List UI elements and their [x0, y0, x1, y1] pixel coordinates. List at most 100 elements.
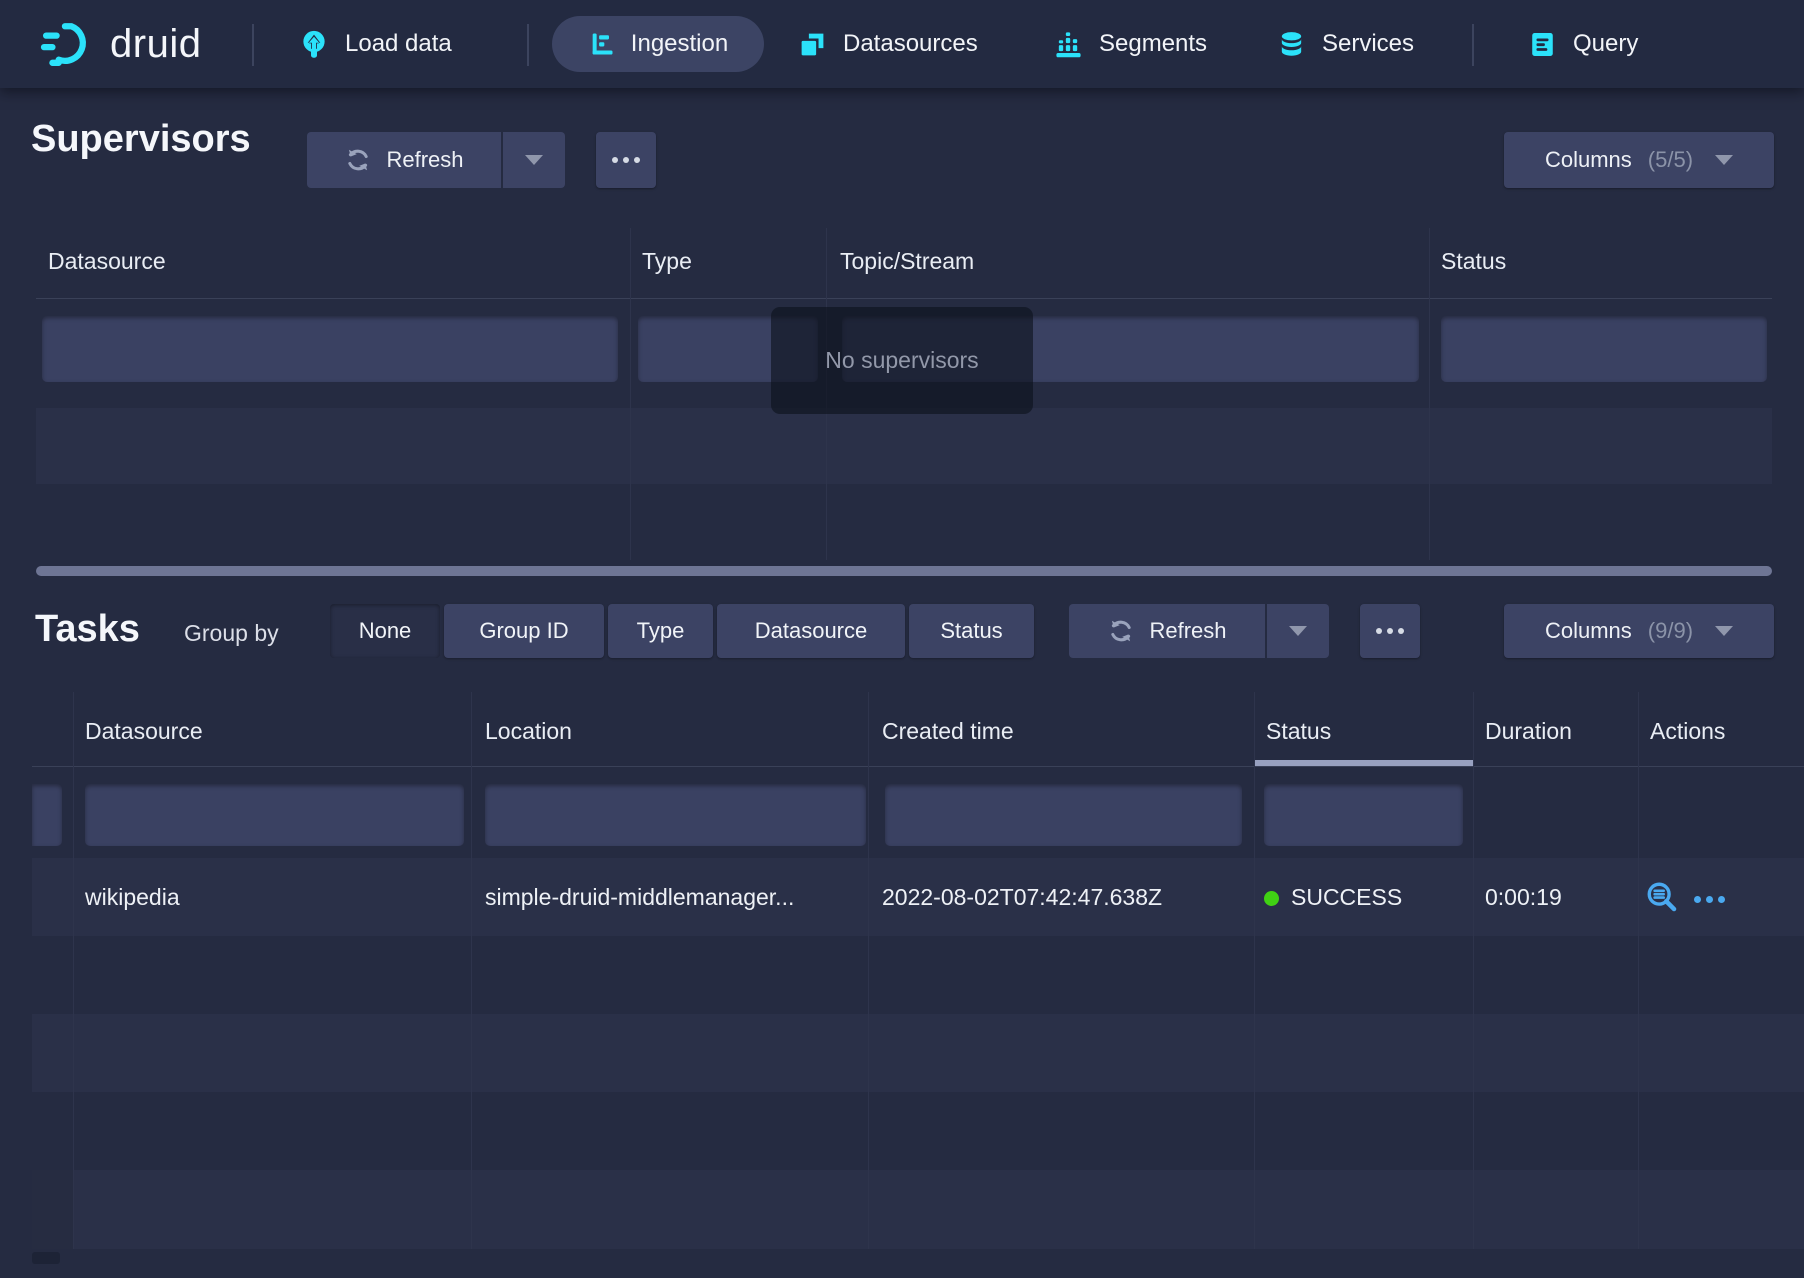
refresh-label: Refresh	[1149, 618, 1226, 644]
row-edge-cell	[32, 1170, 73, 1249]
druid-logo-icon	[34, 21, 98, 67]
header-border	[36, 298, 1772, 299]
ingestion-chart-icon	[588, 30, 616, 58]
magnifier-details-icon	[1645, 880, 1679, 914]
supervisors-more-button[interactable]	[596, 132, 656, 188]
segments-icon	[1054, 30, 1083, 59]
columns-label: Columns	[1545, 147, 1632, 173]
supervisors-title: Supervisors	[31, 118, 251, 161]
filter-input-datasource[interactable]	[85, 784, 464, 846]
columns-label: Columns	[1545, 618, 1632, 644]
column-header-topic-stream[interactable]: Topic/Stream	[840, 248, 974, 275]
refresh-button[interactable]: Refresh	[1069, 604, 1267, 658]
filter-input-created-time[interactable]	[885, 784, 1242, 846]
column-header-status[interactable]: Status	[1266, 718, 1331, 745]
nav-item-label: Services	[1322, 30, 1414, 58]
column-divider	[471, 692, 472, 1249]
cell-duration: 0:00:19	[1485, 884, 1562, 911]
filter-input-datasource[interactable]	[42, 316, 618, 382]
filter-input-status[interactable]	[1264, 784, 1463, 846]
query-document-icon	[1528, 30, 1557, 59]
nav-item-ingestion[interactable]: Ingestion	[552, 16, 764, 72]
column-divider	[1473, 692, 1474, 1249]
column-header-type[interactable]: Type	[642, 248, 692, 275]
group-by-group-id-button[interactable]: Group ID	[444, 604, 604, 658]
nav-item-segments[interactable]: Segments	[1054, 0, 1207, 88]
status-text: SUCCESS	[1291, 884, 1402, 910]
nav-divider	[252, 24, 254, 66]
header-border	[32, 766, 1804, 767]
empty-row	[32, 1170, 1804, 1249]
column-header-status[interactable]: Status	[1441, 248, 1506, 275]
tasks-more-button[interactable]	[1360, 604, 1420, 658]
cell-datasource: wikipedia	[85, 884, 180, 911]
task-actions-menu-button[interactable]	[1694, 896, 1725, 903]
column-divider	[630, 228, 631, 560]
filter-input-location[interactable]	[485, 784, 866, 846]
task-detail-button[interactable]	[1645, 880, 1679, 919]
column-divider	[1254, 692, 1255, 1249]
column-header-created-time[interactable]: Created time	[882, 718, 1014, 745]
tasks-horizontal-scrollbar[interactable]	[32, 1252, 60, 1264]
column-divider	[868, 692, 869, 1249]
supervisors-horizontal-scrollbar[interactable]	[36, 566, 1772, 576]
columns-count: (5/5)	[1648, 147, 1693, 173]
tasks-columns-button[interactable]: Columns (9/9)	[1504, 604, 1774, 658]
column-header-location[interactable]: Location	[485, 718, 572, 745]
nav-item-label: Ingestion	[631, 30, 728, 58]
nav-item-load-data[interactable]: Load data	[299, 0, 452, 88]
refresh-icon	[344, 146, 372, 174]
cell-status: SUCCESS	[1264, 884, 1402, 911]
success-status-dot	[1264, 891, 1279, 906]
nav-divider	[527, 24, 529, 66]
tasks-title: Tasks	[35, 608, 140, 651]
nav-divider	[1472, 24, 1474, 66]
refresh-dropdown-button[interactable]	[503, 132, 565, 188]
more-dots-icon	[1376, 628, 1404, 634]
chevron-down-icon	[1289, 626, 1307, 636]
group-by-label: Group by	[184, 620, 279, 647]
brand-name: druid	[110, 22, 201, 67]
group-by-none-button[interactable]: None	[330, 604, 440, 658]
more-dots-icon	[612, 157, 640, 163]
nav-item-services[interactable]: Services	[1277, 0, 1414, 88]
nav-item-label: Segments	[1099, 30, 1207, 58]
refresh-dropdown-button[interactable]	[1267, 604, 1329, 658]
chevron-down-icon	[1715, 155, 1733, 165]
tasks-refresh-split-button: Refresh	[1069, 604, 1329, 658]
group-by-datasource-button[interactable]: Datasource	[717, 604, 905, 658]
columns-count: (9/9)	[1648, 618, 1693, 644]
nav-item-label: Datasources	[843, 30, 978, 58]
group-by-type-button[interactable]: Type	[608, 604, 713, 658]
supervisors-columns-button[interactable]: Columns (5/5)	[1504, 132, 1774, 188]
top-nav-bar: druid Load data Ingestion	[0, 0, 1804, 88]
column-header-actions[interactable]: Actions	[1650, 718, 1725, 745]
group-by-button-group: None Group ID Type Datasource Status	[330, 604, 1034, 658]
column-divider	[1638, 692, 1639, 1249]
services-database-icon	[1277, 30, 1306, 59]
column-header-datasource[interactable]: Datasource	[48, 248, 166, 275]
nav-item-query[interactable]: Query	[1528, 0, 1638, 88]
group-by-status-button[interactable]: Status	[909, 604, 1034, 658]
chevron-down-icon	[1715, 626, 1733, 636]
refresh-button[interactable]: Refresh	[307, 132, 503, 188]
datasources-icon	[798, 30, 827, 59]
refresh-icon	[1107, 617, 1135, 645]
cell-location: simple-druid-middlemanager...	[485, 884, 794, 911]
no-supervisors-overlay: No supervisors	[771, 307, 1033, 414]
druid-logo[interactable]: druid	[34, 0, 201, 88]
column-header-datasource[interactable]: Datasource	[85, 718, 203, 745]
nav-item-datasources[interactable]: Datasources	[798, 0, 978, 88]
cell-created-time: 2022-08-02T07:42:47.638Z	[882, 884, 1162, 911]
filter-input-status[interactable]	[1441, 316, 1767, 382]
nav-item-label: Query	[1573, 30, 1638, 58]
column-divider	[73, 692, 74, 1249]
nav-item-label: Load data	[345, 30, 452, 58]
refresh-label: Refresh	[386, 147, 463, 173]
empty-row	[36, 408, 1772, 484]
empty-row	[32, 1014, 1804, 1092]
column-divider	[1429, 228, 1430, 560]
filter-input-hidden-column[interactable]	[32, 784, 62, 846]
column-header-duration[interactable]: Duration	[1485, 718, 1572, 745]
supervisors-refresh-split-button: Refresh	[307, 132, 565, 188]
